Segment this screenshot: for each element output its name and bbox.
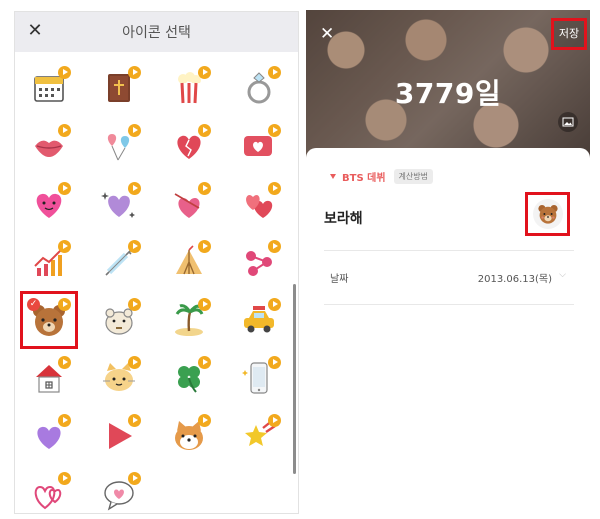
play-badge-icon [128, 356, 141, 369]
icon-option[interactable] [235, 180, 283, 228]
check-icon: ✓ [27, 298, 40, 311]
change-photo-button[interactable] [558, 112, 578, 132]
icon-option[interactable] [95, 122, 143, 170]
play-badge-icon [198, 356, 211, 369]
play-badge-icon [268, 240, 281, 253]
icon-option[interactable] [25, 238, 73, 286]
category-dropdown-icon [330, 173, 336, 179]
icon-option[interactable] [165, 296, 213, 344]
editor-sheet: BTS 데뷔 계산방법 보라해 날짜 2013.06.13(목) ⌵ [306, 148, 590, 514]
dday-name[interactable]: 보라해 [324, 208, 363, 228]
icon-option[interactable] [25, 354, 73, 402]
play-badge-icon [128, 124, 141, 137]
icon-option[interactable] [235, 122, 283, 170]
play-badge-icon [268, 124, 281, 137]
category-label: BTS 데뷔 [342, 172, 386, 184]
icon-option[interactable] [25, 180, 73, 228]
icon-option[interactable] [235, 412, 283, 460]
icon-option[interactable] [25, 122, 73, 170]
icon-option[interactable] [95, 296, 143, 344]
icon-option[interactable] [95, 64, 143, 112]
play-badge-icon [198, 182, 211, 195]
icon-picker-panel: ✕ 아이콘 선택 ✓ [14, 11, 299, 514]
bear-icon [538, 205, 558, 224]
icon-option[interactable] [165, 122, 213, 170]
play-badge-icon [58, 124, 71, 137]
icon-option[interactable] [95, 470, 143, 513]
play-badge-icon [58, 182, 71, 195]
date-label: 날짜 [330, 274, 349, 285]
icon-option[interactable] [95, 354, 143, 402]
play-badge-icon [128, 414, 141, 427]
icon-option[interactable] [95, 180, 143, 228]
date-value[interactable]: 2013.06.13(목) [478, 270, 552, 285]
icon-option[interactable] [95, 412, 143, 460]
close-editor-button[interactable]: ✕ [320, 24, 334, 44]
play-badge-icon [268, 298, 281, 311]
icon-option[interactable] [235, 354, 283, 402]
icon-option[interactable] [25, 64, 73, 112]
play-badge-icon [128, 66, 141, 79]
chevron-down-icon[interactable]: ⌵ [559, 270, 566, 280]
icon-option[interactable] [165, 412, 213, 460]
play-badge-icon [268, 356, 281, 369]
icon-option[interactable] [95, 238, 143, 286]
icon-option[interactable] [165, 354, 213, 402]
play-badge-icon [128, 182, 141, 195]
play-badge-icon [58, 66, 71, 79]
icon-option[interactable] [165, 180, 213, 228]
selected-icon-frame [533, 199, 563, 229]
play-badge-icon [198, 124, 211, 137]
play-badge-icon [268, 182, 281, 195]
icon-option[interactable] [235, 64, 283, 112]
save-button[interactable]: 저장 [551, 18, 587, 50]
icon-option[interactable] [235, 238, 283, 286]
icon-option[interactable] [25, 470, 73, 513]
picker-title: 아이콘 선택 [122, 25, 191, 41]
icon-option[interactable]: ✓ [20, 291, 78, 349]
play-badge-icon [198, 240, 211, 253]
category-row[interactable]: BTS 데뷔 계산방법 [330, 168, 433, 184]
play-badge-icon [58, 472, 71, 485]
dday-editor-panel: ✕ 저장 3779일 BTS 데뷔 계산방법 보라해 날짜 2013.06.13… [306, 10, 590, 514]
image-icon [562, 117, 574, 127]
picker-header: ✕ 아이콘 선택 [15, 12, 298, 52]
play-badge-icon [268, 414, 281, 427]
cover-photo[interactable]: ✕ 저장 3779일 [306, 10, 590, 158]
play-badge-icon [128, 298, 141, 311]
play-badge-icon [128, 240, 141, 253]
day-count: 3779일 [394, 77, 502, 110]
icon-option[interactable] [165, 238, 213, 286]
play-badge-icon [58, 414, 71, 427]
play-badge-icon [198, 298, 211, 311]
play-badge-icon [58, 356, 71, 369]
icon-option[interactable] [235, 296, 283, 344]
icon-option[interactable] [25, 412, 73, 460]
icon-option[interactable] [165, 64, 213, 112]
calc-method-chip[interactable]: 계산방법 [393, 168, 433, 184]
divider [324, 304, 574, 305]
selected-icon-button[interactable] [525, 192, 570, 236]
play-badge-icon [128, 472, 141, 485]
play-badge-icon [198, 66, 211, 79]
play-badge-icon [268, 66, 281, 79]
play-badge-icon [58, 240, 71, 253]
play-badge-icon [198, 414, 211, 427]
scrollbar[interactable] [293, 284, 296, 474]
divider [324, 250, 574, 251]
play-badge-icon [58, 298, 71, 311]
